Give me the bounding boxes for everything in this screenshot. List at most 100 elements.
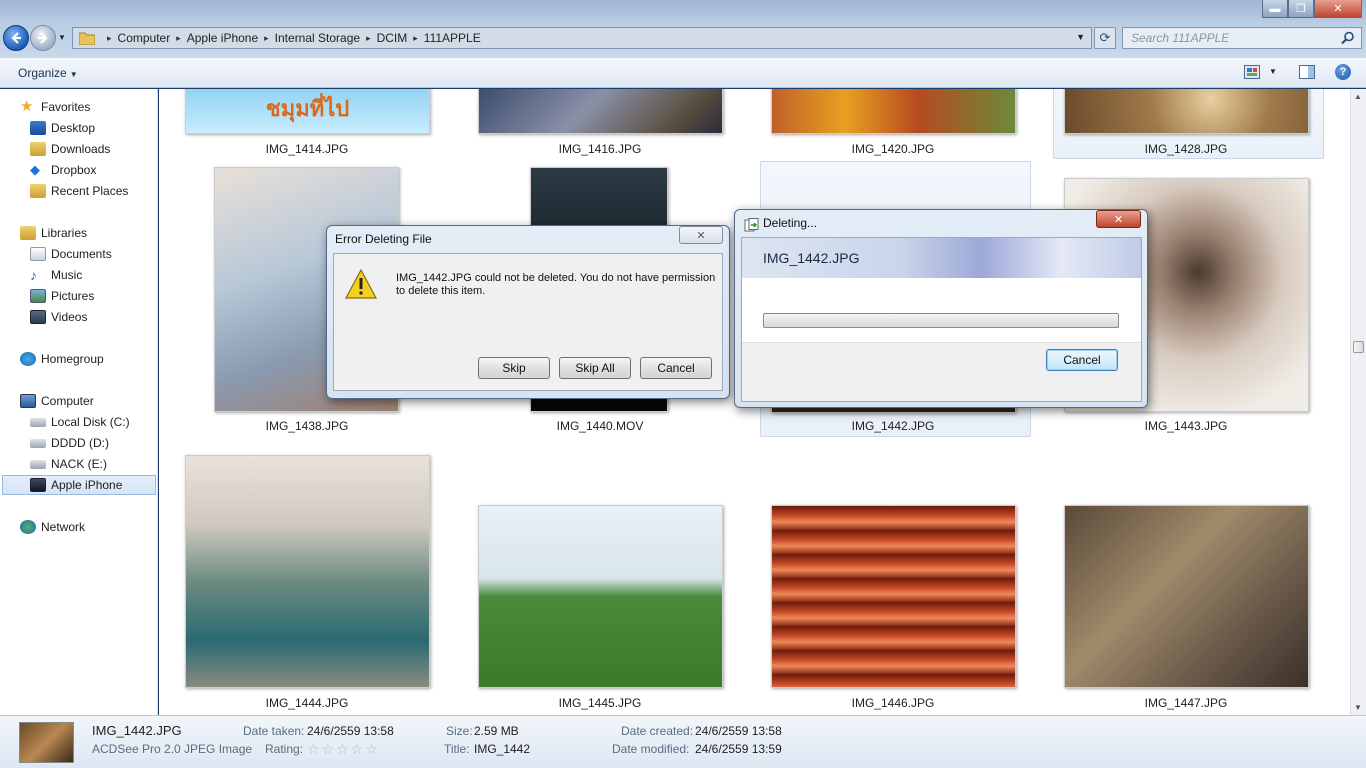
- file-name[interactable]: IMG_1440.MOV: [500, 419, 700, 433]
- nav-recent-places[interactable]: Recent Places: [30, 181, 128, 201]
- thumbnail[interactable]: ชมุมที่ไป: [185, 89, 430, 134]
- thumbnail[interactable]: [771, 505, 1016, 688]
- file-name[interactable]: IMG_1442.JPG: [793, 419, 993, 433]
- vertical-scrollbar[interactable]: ▲ ▼: [1350, 89, 1366, 715]
- nav-favorites[interactable]: ★ Favorites: [20, 97, 90, 117]
- nav-videos[interactable]: Videos: [30, 307, 87, 327]
- drive-icon: [30, 459, 46, 469]
- scroll-down-icon[interactable]: ▼: [1354, 703, 1362, 712]
- nav-local-disk-c[interactable]: Local Disk (C:): [30, 412, 130, 432]
- skip-button[interactable]: Skip: [478, 357, 550, 379]
- file-operation-icon: [744, 218, 759, 232]
- address-bar[interactable]: ▸ Computer ▸ Apple iPhone ▸ Internal Sto…: [72, 27, 1092, 49]
- command-bar: Organize ▼ ▼: [0, 58, 1366, 88]
- dialog-title: Deleting...: [763, 216, 818, 230]
- search-icon[interactable]: [1341, 31, 1355, 45]
- breadcrumb-separator-icon[interactable]: ▸: [264, 33, 269, 44]
- nav-label: Pictures: [51, 289, 95, 303]
- breadcrumb-111apple[interactable]: 111APPLE: [424, 31, 481, 45]
- dialog-close-button[interactable]: ✕: [1096, 210, 1141, 228]
- change-view-icon[interactable]: [1244, 65, 1260, 79]
- star-icon: ★: [20, 98, 34, 115]
- pictures-icon: [30, 289, 46, 303]
- thumbnail[interactable]: [771, 89, 1016, 134]
- preview-pane-icon[interactable]: [1299, 64, 1315, 80]
- nav-homegroup[interactable]: Homegroup: [20, 349, 104, 369]
- nav-music[interactable]: ♪ Music: [30, 265, 82, 285]
- breadcrumb-internal-storage[interactable]: Internal Storage: [275, 31, 360, 45]
- breadcrumb-apple-iphone[interactable]: Apple iPhone: [187, 31, 258, 45]
- file-name[interactable]: IMG_1445.JPG: [500, 696, 700, 710]
- file-name[interactable]: IMG_1443.JPG: [1086, 419, 1286, 433]
- file-name[interactable]: IMG_1444.JPG: [207, 696, 407, 710]
- back-button[interactable]: [3, 25, 29, 51]
- date-taken-value[interactable]: 24/6/2559 13:58: [307, 724, 394, 738]
- breadcrumb-computer[interactable]: Computer: [118, 31, 171, 45]
- nav-apple-iphone[interactable]: Apple iPhone: [2, 475, 156, 495]
- rating-stars[interactable]: ☆☆☆☆☆: [307, 741, 380, 758]
- title-label: Title:: [444, 742, 470, 756]
- file-name[interactable]: IMG_1446.JPG: [793, 696, 993, 710]
- nav-pictures[interactable]: Pictures: [30, 286, 94, 306]
- close-window-button[interactable]: ✕: [1314, 0, 1362, 18]
- homegroup-icon: [20, 352, 36, 366]
- nav-libraries[interactable]: Libraries: [20, 223, 87, 243]
- skip-all-button[interactable]: Skip All: [559, 357, 631, 379]
- search-input[interactable]: Search 111APPLE: [1122, 27, 1362, 49]
- file-name[interactable]: IMG_1420.JPG: [793, 142, 993, 156]
- local-disk-icon: [30, 417, 46, 427]
- recent-pages-chevron-icon[interactable]: ▼: [58, 33, 66, 42]
- file-name[interactable]: IMG_1447.JPG: [1086, 696, 1286, 710]
- date-modified-label: Date modified:: [612, 742, 690, 756]
- title-value[interactable]: IMG_1442: [474, 742, 530, 756]
- videos-icon: [30, 310, 46, 324]
- thumbnail-caption: ชมุมที่ไป: [265, 96, 350, 121]
- address-dropdown-icon[interactable]: ▼: [1076, 32, 1085, 42]
- forward-button[interactable]: [30, 25, 56, 51]
- nav-documents[interactable]: Documents: [30, 244, 112, 264]
- details-file-type: ACDSee Pro 2.0 JPEG Image: [92, 742, 253, 756]
- thumbnail[interactable]: [1064, 505, 1309, 688]
- dropbox-icon: ◆: [30, 162, 40, 177]
- nav-desktop[interactable]: Desktop: [30, 118, 95, 138]
- cancel-button[interactable]: Cancel: [640, 357, 712, 379]
- refresh-button[interactable]: ⟳: [1094, 27, 1116, 49]
- breadcrumb-separator-icon[interactable]: ▸: [413, 33, 418, 44]
- breadcrumb-separator-icon[interactable]: ▸: [366, 33, 371, 44]
- refresh-icon: ⟳: [1099, 30, 1111, 45]
- minimize-button[interactable]: ▬: [1262, 0, 1288, 18]
- breadcrumb-separator-icon[interactable]: ▸: [176, 33, 181, 44]
- file-name[interactable]: IMG_1428.JPG: [1086, 142, 1286, 156]
- thumbnail[interactable]: [1064, 89, 1309, 134]
- nav-nack-e[interactable]: NACK (E:): [30, 454, 107, 474]
- organize-menu-button[interactable]: Organize ▼: [18, 66, 78, 80]
- nav-label: Documents: [51, 247, 112, 261]
- progress-bar: [763, 313, 1119, 328]
- dialog-close-button[interactable]: ✕: [679, 226, 723, 244]
- thumbnail[interactable]: [478, 505, 723, 688]
- nav-label: Desktop: [51, 121, 96, 135]
- nav-label: DDDD (D:): [51, 436, 109, 450]
- nav-computer[interactable]: Computer: [20, 391, 94, 411]
- forward-arrow-icon: [38, 32, 48, 44]
- breadcrumb-separator-icon[interactable]: ▸: [107, 33, 112, 44]
- view-options-chevron-icon[interactable]: ▼: [1269, 67, 1277, 76]
- size-value: 2.59 MB: [474, 724, 519, 738]
- scrollbar-thumb[interactable]: [1353, 341, 1364, 353]
- nav-dddd-d[interactable]: DDDD (D:): [30, 433, 109, 453]
- thumbnail[interactable]: [185, 455, 430, 688]
- maximize-button[interactable]: ❐: [1288, 0, 1314, 18]
- nav-dropbox[interactable]: ◆ Dropbox: [30, 160, 96, 180]
- cancel-delete-button[interactable]: Cancel: [1046, 349, 1118, 371]
- file-name[interactable]: IMG_1416.JPG: [500, 142, 700, 156]
- breadcrumb-dcim[interactable]: DCIM: [377, 31, 408, 45]
- file-name[interactable]: IMG_1438.JPG: [207, 419, 407, 433]
- help-button[interactable]: ?: [1335, 64, 1351, 80]
- nav-label: Homegroup: [41, 352, 104, 366]
- nav-network[interactable]: Network: [20, 517, 85, 537]
- nav-downloads[interactable]: Downloads: [30, 139, 110, 159]
- scroll-up-icon[interactable]: ▲: [1354, 92, 1362, 101]
- file-name[interactable]: IMG_1414.JPG: [207, 142, 407, 156]
- details-thumbnail: [19, 722, 74, 763]
- thumbnail[interactable]: [478, 89, 723, 134]
